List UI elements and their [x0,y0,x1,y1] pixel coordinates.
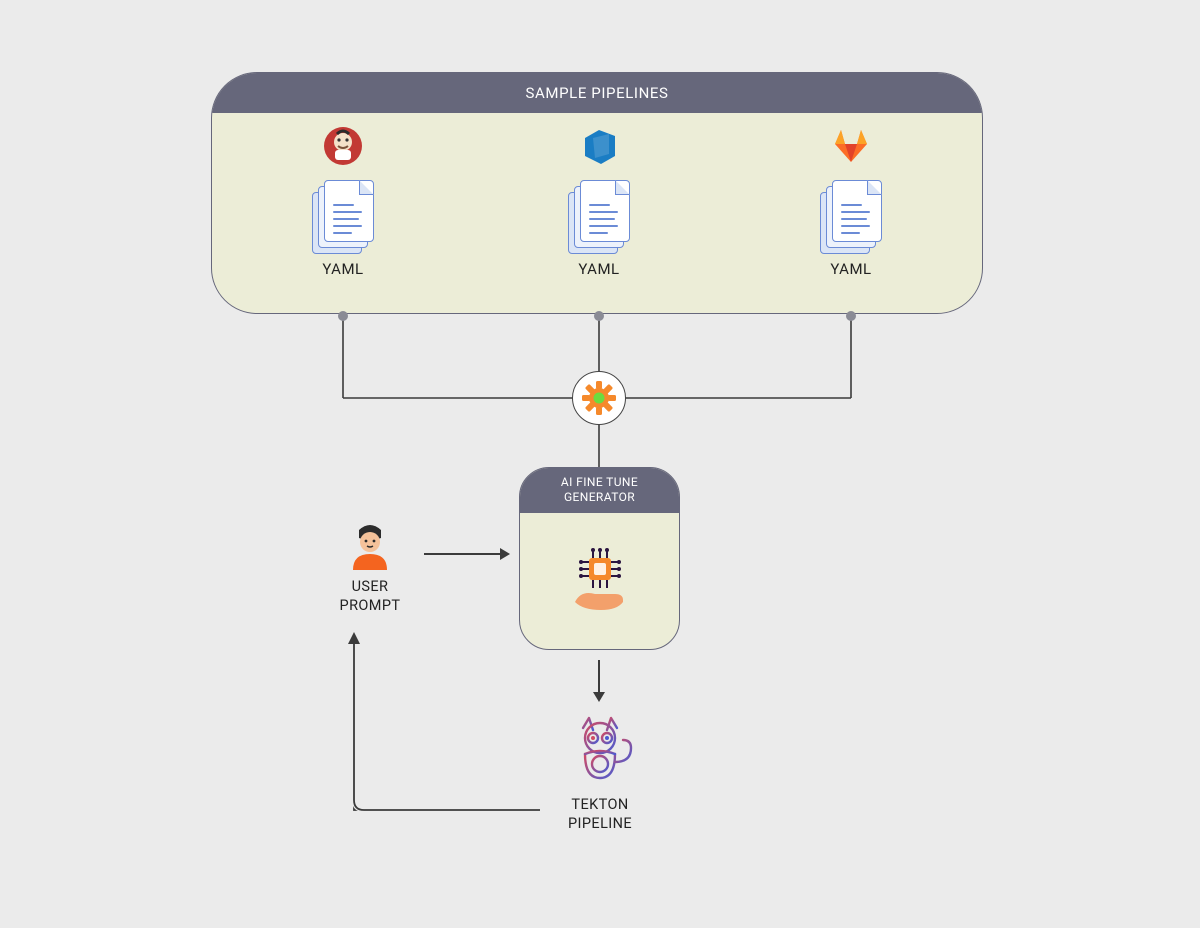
ai-generator-title-line2: GENERATOR [564,490,635,504]
user-prompt-node: USER PROMPT [310,522,430,616]
documents-icon [820,180,882,254]
jenkins-icon [323,126,363,166]
user-label-line1: USER [352,578,389,595]
ai-chip-hand-icon [565,546,635,616]
azure-devops-icon [579,126,619,166]
tekton-label: TEKTON PIPELINE [540,796,660,834]
gitlab-icon [831,126,871,166]
file-type-label: YAML [791,260,911,278]
tekton-cat-icon [561,712,639,790]
processing-gear-node [572,371,626,425]
documents-icon [568,180,630,254]
user-label-line2: PROMPT [340,597,401,614]
file-type-label: YAML [283,260,403,278]
tekton-pipeline-node: TEKTON PIPELINE [540,712,660,834]
tekton-label-line1: TEKTON [571,796,628,813]
documents-icon [312,180,374,254]
gear-icon [581,380,617,416]
arrow-user-to-ai [424,553,508,555]
user-prompt-label: USER PROMPT [310,578,430,616]
arrow-ai-to-tekton [598,660,600,700]
connector-dot [338,311,348,321]
tekton-label-line2: PIPELINE [568,815,632,832]
pipeline-item-jenkins: YAML [283,126,403,278]
connector-dot [594,311,604,321]
ai-generator-box: AI FINE TUNE GENERATOR [519,467,680,650]
pipeline-item-gitlab: YAML [791,126,911,278]
pipeline-item-azure: YAML [539,126,659,278]
sample-pipelines-header: SAMPLE PIPELINES [212,73,982,113]
ai-generator-header: AI FINE TUNE GENERATOR [520,468,679,513]
ai-generator-title-line1: AI FINE TUNE [561,475,638,489]
person-icon [345,522,395,572]
file-type-label: YAML [539,260,659,278]
architecture-diagram: SAMPLE PIPELINES YAML [0,0,1200,928]
connector-dot [846,311,856,321]
